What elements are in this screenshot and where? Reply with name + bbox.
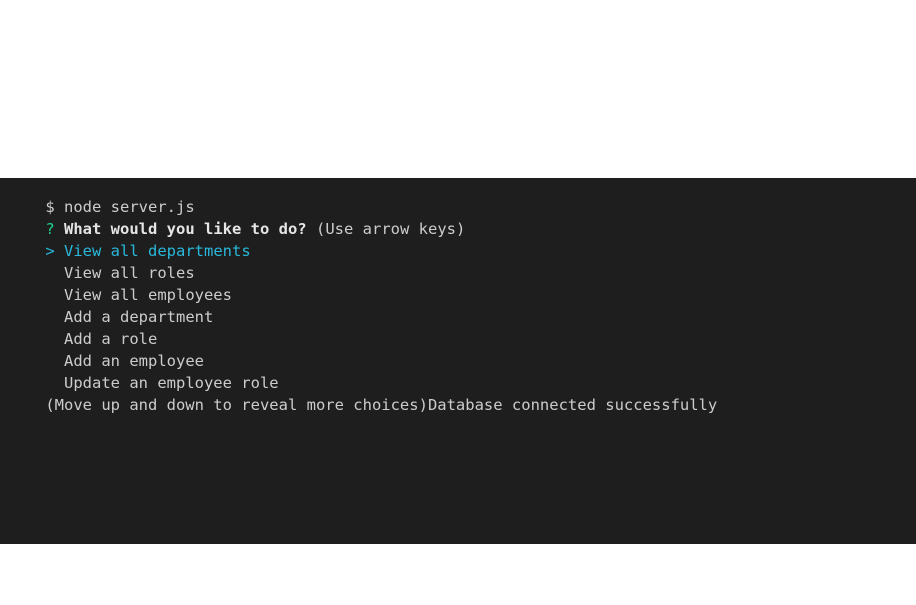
footer-line: (Move up and down to reveal more choices… bbox=[8, 372, 717, 414]
command-line: $ node server.js bbox=[8, 178, 194, 216]
status-message: Database connected successfully bbox=[427, 396, 718, 414]
choice-item-add-department[interactable]: Add a department bbox=[8, 284, 213, 326]
choice-item-add-employee[interactable]: Add an employee bbox=[8, 328, 204, 370]
choice-item-view-all-employees[interactable]: View all employees bbox=[8, 262, 232, 304]
question-hint: (Use arrow keys) bbox=[316, 220, 466, 238]
footer-hint: (Move up and down to reveal more choices… bbox=[45, 396, 428, 414]
choice-item-view-all-roles[interactable]: View all roles bbox=[8, 240, 195, 282]
terminal-window[interactable]: $ node server.js ? What would you like t… bbox=[0, 178, 916, 544]
choice-item-view-all-departments[interactable]: > View all departments bbox=[8, 218, 250, 260]
question-line: ? What would you like to do? (Use arrow … bbox=[8, 196, 465, 238]
choice-item-update-employee-role[interactable]: Update an employee role bbox=[8, 350, 279, 392]
choice-item-add-role[interactable]: Add a role bbox=[8, 306, 157, 348]
